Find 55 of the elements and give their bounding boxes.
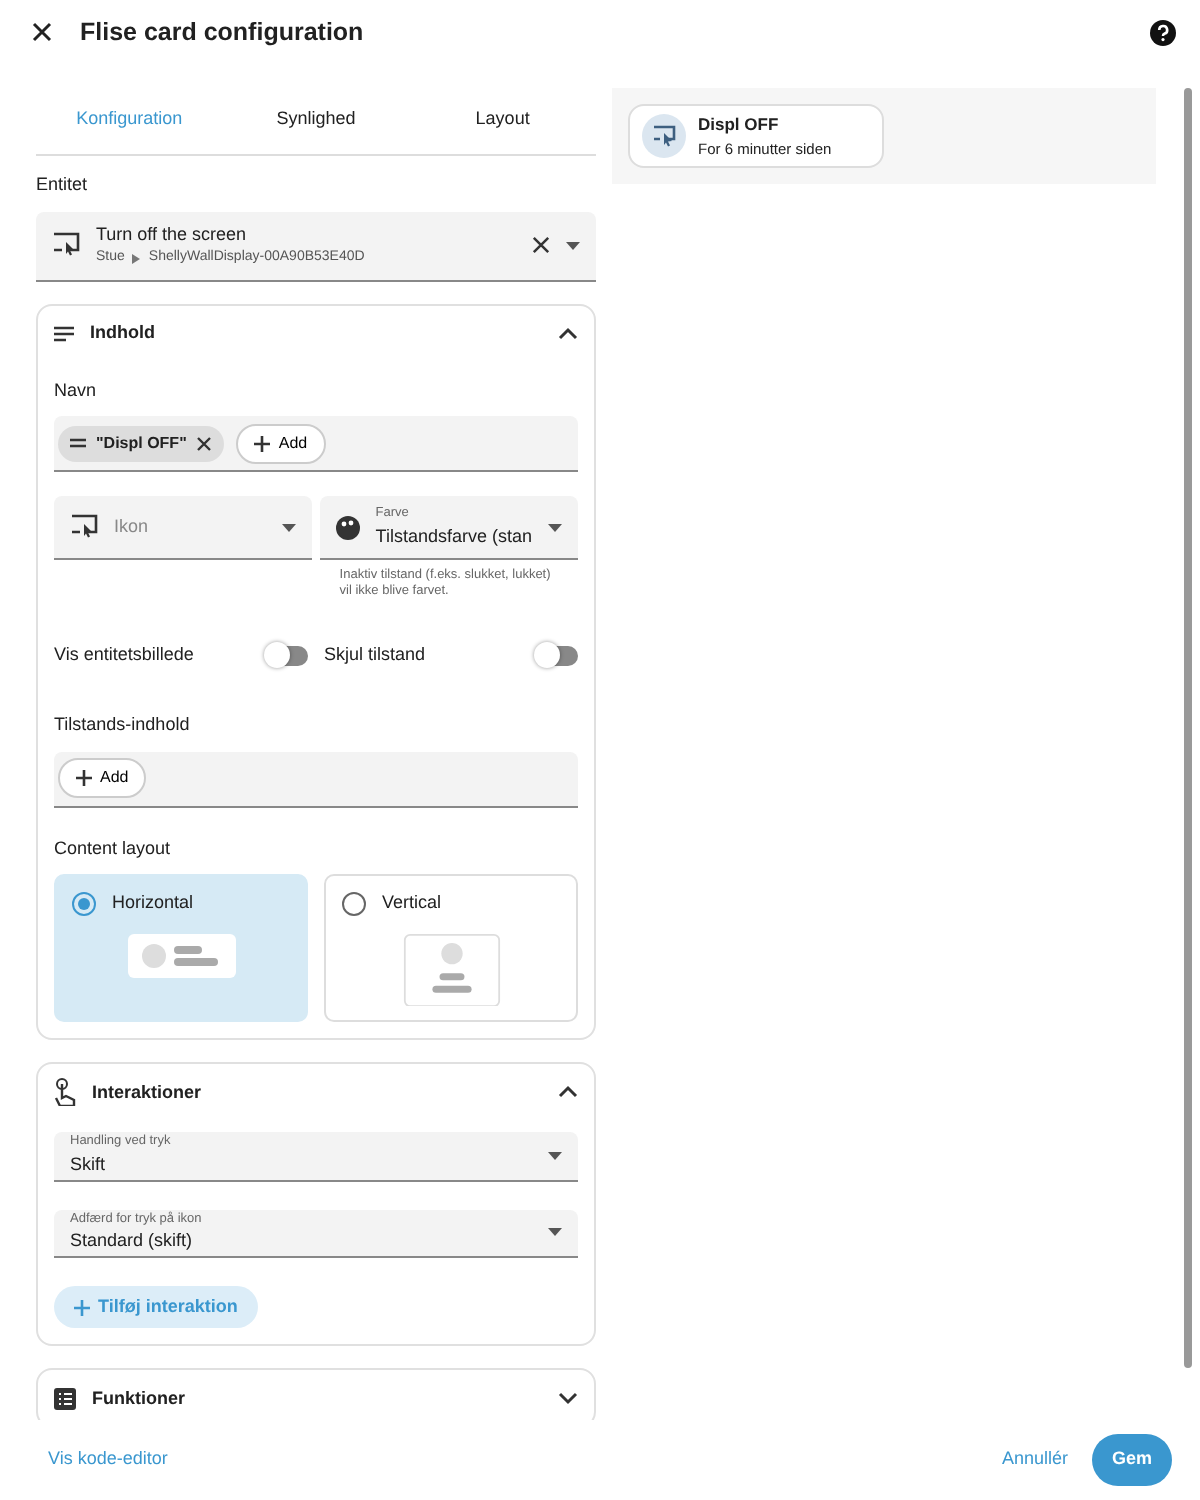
separator-icon: [132, 253, 141, 264]
state-content-field[interactable]: Add: [54, 751, 578, 808]
toggle-switch[interactable]: [268, 645, 308, 666]
plus-icon: [254, 435, 271, 451]
toggle-switch[interactable]: [538, 645, 578, 666]
layout-option[interactable]: Vertical: [324, 874, 578, 1023]
section-title: Funktioner: [92, 1385, 187, 1412]
close-icon[interactable]: [32, 22, 52, 42]
monitor-icon: [642, 114, 686, 158]
tile-name: Displ OFF: [698, 112, 781, 138]
option-label: Vertical: [382, 890, 442, 917]
option-label: Horizontal: [112, 890, 194, 917]
dropdown-caret-icon[interactable]: [566, 241, 580, 249]
dropdown-caret-icon: [548, 1228, 562, 1237]
drag-handle-icon: [70, 436, 86, 450]
field-label: Entitet: [36, 172, 90, 198]
section-title: Interaktioner: [92, 1079, 204, 1106]
tab[interactable]: Synlighed: [222, 88, 410, 154]
tap-icon: [54, 1078, 76, 1107]
remove-icon[interactable]: [196, 435, 213, 451]
placeholder-text: Ikon: [114, 513, 151, 540]
entity-name: Turn off the screen: [96, 221, 249, 247]
horizontal-layout-drawing: [127, 933, 235, 978]
section-title: Indhold: [90, 319, 157, 346]
dialog-title: Flise card configuration: [80, 17, 366, 47]
collapse-icon[interactable]: [558, 325, 578, 341]
name-field[interactable]: "Displ OFF" Add: [54, 416, 578, 472]
add-button[interactable]: Add: [236, 423, 326, 463]
help-icon[interactable]: [1150, 19, 1176, 45]
radio-button[interactable]: [72, 892, 96, 917]
toggle-label: Vis entitetsbillede: [54, 641, 196, 668]
field-label: Content layout: [54, 835, 173, 862]
dropdown-caret-icon: [281, 523, 296, 531]
plus-icon: [76, 770, 92, 787]
dropdown-caret-icon: [548, 1152, 562, 1160]
monitor-icon: [70, 514, 98, 540]
field-label: Tilstands-indhold: [54, 712, 192, 739]
name-chip[interactable]: "Displ OFF": [58, 425, 225, 461]
field-value: Standard (skift): [70, 1228, 195, 1255]
list-icon: [54, 1387, 76, 1410]
toggle-label: Skjul tilstand: [324, 641, 428, 668]
plus-icon: [74, 1299, 90, 1316]
radio-button[interactable]: [342, 892, 366, 917]
monitor-icon: [52, 232, 80, 258]
field-label: Navn: [54, 377, 99, 403]
expand-icon[interactable]: [558, 1390, 578, 1407]
layout-option[interactable]: Horizontal: [54, 874, 308, 1023]
add-button[interactable]: Add: [58, 758, 147, 799]
clear-icon[interactable]: [532, 236, 550, 254]
tab[interactable]: Layout: [409, 88, 596, 154]
dropdown-caret-icon: [548, 523, 562, 531]
field-value: Skift: [70, 1152, 108, 1179]
field-value: Tilstandsfarve (stan: [375, 523, 532, 550]
lines-icon: [54, 324, 74, 342]
collapse-icon[interactable]: [558, 1084, 578, 1101]
